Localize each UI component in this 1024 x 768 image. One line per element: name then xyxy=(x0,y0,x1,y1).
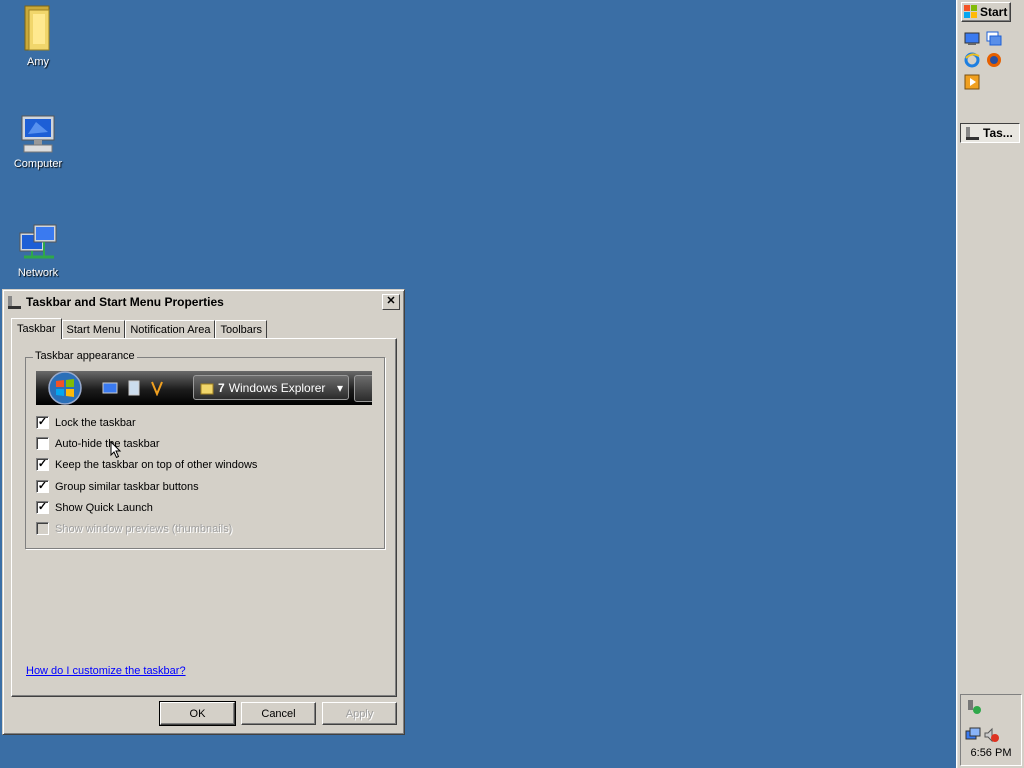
apply-button: Apply xyxy=(322,702,397,725)
option-show-quick-launch[interactable]: ✓ Show Quick Launch xyxy=(36,501,153,514)
volume-muted-icon[interactable] xyxy=(983,727,999,743)
checkbox[interactable]: ✓ xyxy=(36,501,49,514)
show-desktop-icon[interactable] xyxy=(964,31,980,47)
task-button-label: Tas... xyxy=(983,126,1013,140)
preview-paint-icon xyxy=(151,381,163,396)
folder-icon xyxy=(200,383,214,394)
clock[interactable]: 6:56 PM xyxy=(961,747,1021,759)
safely-remove-hardware-icon[interactable] xyxy=(965,699,983,715)
checkbox[interactable]: ✓ xyxy=(36,416,49,429)
option-label: Keep the taskbar on top of other windows xyxy=(55,458,258,471)
desktop-icon-amy[interactable]: Amy xyxy=(0,4,76,68)
firefox-icon[interactable] xyxy=(986,52,1002,68)
user-folder-icon xyxy=(24,5,50,51)
option-label: Lock the taskbar xyxy=(55,416,136,429)
option-keep-on-top[interactable]: ✓ Keep the taskbar on top of other windo… xyxy=(36,458,257,471)
preview-taskbar-button-2 xyxy=(354,375,372,402)
dialog-titlebar[interactable]: Taskbar and Start Menu Properties ✕ xyxy=(6,293,401,311)
option-label: Show window previews (thumbnails) xyxy=(55,522,233,535)
taskbar-properties-dialog: Taskbar and Start Menu Properties ✕ Task… xyxy=(2,289,405,735)
preview-taskbar-button: 7 Windows Explorer ▾ xyxy=(193,375,349,400)
option-auto-hide[interactable]: Auto-hide the taskbar xyxy=(36,437,160,450)
network-icon xyxy=(19,224,57,259)
close-icon: ✕ xyxy=(386,295,396,307)
desktop-icon-label: Network xyxy=(17,267,59,279)
tab-toolbars[interactable]: Toolbars xyxy=(215,320,268,339)
notification-area: 6:56 PM xyxy=(960,694,1022,766)
start-orb-icon xyxy=(48,371,82,405)
checkbox xyxy=(36,522,49,535)
tab-notification-area[interactable]: Notification Area xyxy=(125,320,216,339)
desktop-icon-label: Amy xyxy=(27,56,49,68)
network-status-icon[interactable] xyxy=(965,727,981,743)
taskbar-tab-panel: Taskbar appearance 7 Windows Explorer ▾ xyxy=(11,338,397,697)
help-link[interactable]: How do I customize the taskbar? xyxy=(26,665,186,677)
option-label: Group similar taskbar buttons xyxy=(55,480,199,493)
desktop-icon-computer[interactable]: Computer xyxy=(0,114,76,170)
ok-button[interactable]: OK xyxy=(159,701,236,726)
checkbox[interactable] xyxy=(36,437,49,450)
windows-logo-icon xyxy=(964,5,977,18)
desktop-icon-network[interactable]: Network xyxy=(0,223,76,279)
tab-start-menu[interactable]: Start Menu xyxy=(61,320,126,339)
option-lock-taskbar[interactable]: ✓ Lock the taskbar xyxy=(36,416,136,429)
internet-explorer-icon[interactable] xyxy=(964,52,980,68)
preview-show-desktop-icon xyxy=(102,382,118,394)
group-label: Taskbar appearance xyxy=(33,350,137,362)
option-group-buttons[interactable]: ✓ Group similar taskbar buttons xyxy=(36,480,199,493)
preview-button-label: Windows Explorer xyxy=(228,380,326,395)
tab-strip: Taskbar Start Menu Notification Area Too… xyxy=(11,318,268,339)
media-player-icon[interactable] xyxy=(964,74,980,90)
checkbox[interactable]: ✓ xyxy=(36,480,49,493)
taskbar-properties-icon xyxy=(966,127,979,140)
desktop-icon-label: Computer xyxy=(13,158,63,170)
task-button-taskbar-properties[interactable]: Tas... xyxy=(960,123,1020,143)
mouse-cursor-icon xyxy=(110,441,122,459)
computer-icon xyxy=(21,115,55,153)
option-label: Auto-hide the taskbar xyxy=(55,437,160,450)
dialog-title: Taskbar and Start Menu Properties xyxy=(26,295,224,309)
cancel-button[interactable]: Cancel xyxy=(241,702,316,725)
option-window-previews: Show window previews (thumbnails) xyxy=(36,522,232,535)
start-button[interactable]: Start xyxy=(961,2,1011,22)
preview-notepad-icon xyxy=(128,380,140,396)
taskbar: Start Tas... 6:56 PM xyxy=(956,0,1024,768)
close-button[interactable]: ✕ xyxy=(382,294,400,310)
start-label: Start xyxy=(980,5,1008,19)
chevron-down-icon: ▾ xyxy=(336,380,343,395)
taskbar-preview-image: 7 Windows Explorer ▾ xyxy=(36,371,372,405)
option-label: Show Quick Launch xyxy=(55,501,153,514)
switch-windows-icon[interactable] xyxy=(986,31,1002,47)
taskbar-properties-icon xyxy=(8,296,21,309)
taskbar-appearance-group: Taskbar appearance 7 Windows Explorer ▾ xyxy=(25,350,385,549)
checkbox[interactable]: ✓ xyxy=(36,458,49,471)
preview-button-count: 7 xyxy=(218,380,225,395)
tab-taskbar[interactable]: Taskbar xyxy=(11,318,62,339)
